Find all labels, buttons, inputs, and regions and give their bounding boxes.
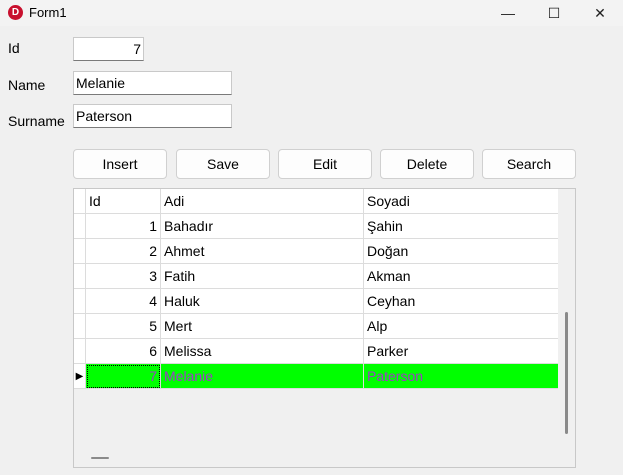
id-label: Id	[8, 40, 20, 56]
table-row[interactable]: 3 Fatih Akman	[74, 264, 559, 289]
cell-adi[interactable]: Ahmet	[161, 239, 364, 264]
cell-soyadi[interactable]: Akman	[364, 264, 559, 289]
name-label: Name	[8, 77, 46, 93]
table-row[interactable]: 6 Melissa Parker	[74, 339, 559, 364]
horizontal-scrollbar[interactable]	[74, 450, 559, 467]
row-indicator-cell[interactable]	[74, 239, 86, 264]
row-indicator-cell[interactable]	[74, 289, 86, 314]
cell-soyadi[interactable]: Ceyhan	[364, 289, 559, 314]
cell-id[interactable]: 7	[86, 364, 161, 389]
cell-adi[interactable]: Mert	[161, 314, 364, 339]
cell-id[interactable]: 5	[86, 314, 161, 339]
cell-adi[interactable]: Melissa	[161, 339, 364, 364]
table-row[interactable]: 5 Mert Alp	[74, 314, 559, 339]
row-indicator-cell[interactable]	[74, 339, 86, 364]
delete-button[interactable]: Delete	[380, 149, 474, 179]
surname-label: Surname	[8, 113, 65, 129]
cell-soyadi[interactable]: Paterson	[364, 364, 559, 389]
cell-adi[interactable]: Bahadır	[161, 214, 364, 239]
row-indicator-cell[interactable]	[74, 214, 86, 239]
column-header-soyadi[interactable]: Soyadi	[364, 189, 559, 214]
cell-soyadi[interactable]: Şahin	[364, 214, 559, 239]
table-row[interactable]: 1 Bahadır Şahin	[74, 214, 559, 239]
cell-id[interactable]: 2	[86, 239, 161, 264]
vertical-scroll-thumb[interactable]	[565, 312, 568, 434]
grid-header-row: Id Adi Soyadi	[74, 189, 559, 214]
current-row-arrow-icon[interactable]: ▶	[74, 364, 86, 389]
cell-id[interactable]: 3	[86, 264, 161, 289]
vertical-scrollbar[interactable]	[558, 189, 575, 451]
id-field[interactable]: 7	[73, 37, 144, 61]
column-header-adi[interactable]: Adi	[161, 189, 364, 214]
table-row-selected[interactable]: ▶ 7 Melanie Paterson	[74, 364, 559, 389]
row-indicator-cell[interactable]	[74, 314, 86, 339]
app-icon: D	[8, 5, 23, 20]
cell-id[interactable]: 1	[86, 214, 161, 239]
table-row[interactable]: 4 Haluk Ceyhan	[74, 289, 559, 314]
insert-button[interactable]: Insert	[73, 149, 167, 179]
name-field[interactable]: Melanie	[73, 71, 232, 95]
cell-soyadi[interactable]: Parker	[364, 339, 559, 364]
horizontal-scroll-thumb[interactable]	[91, 457, 109, 459]
data-grid[interactable]: Id Adi Soyadi 1 Bahadır Şahin 2 Ahmet Do…	[73, 188, 576, 468]
window-title: Form1	[29, 5, 67, 20]
grid-body: Id Adi Soyadi 1 Bahadır Şahin 2 Ahmet Do…	[74, 189, 559, 451]
cell-adi[interactable]: Fatih	[161, 264, 364, 289]
search-button[interactable]: Search	[482, 149, 576, 179]
header-indicator-cell	[74, 189, 86, 214]
column-header-id[interactable]: Id	[86, 189, 161, 214]
title-bar: D Form1 — ☐ ✕	[0, 0, 623, 26]
cell-soyadi[interactable]: Doğan	[364, 239, 559, 264]
cell-soyadi[interactable]: Alp	[364, 314, 559, 339]
row-indicator-cell[interactable]	[74, 264, 86, 289]
cell-id[interactable]: 4	[86, 289, 161, 314]
surname-field[interactable]: Paterson	[73, 104, 232, 128]
edit-button[interactable]: Edit	[278, 149, 372, 179]
close-button[interactable]: ✕	[577, 0, 623, 26]
maximize-button[interactable]: ☐	[531, 0, 577, 26]
minimize-button[interactable]: —	[485, 0, 531, 26]
cell-id[interactable]: 6	[86, 339, 161, 364]
table-row[interactable]: 2 Ahmet Doğan	[74, 239, 559, 264]
save-button[interactable]: Save	[176, 149, 270, 179]
cell-adi[interactable]: Haluk	[161, 289, 364, 314]
cell-adi[interactable]: Melanie	[161, 364, 364, 389]
